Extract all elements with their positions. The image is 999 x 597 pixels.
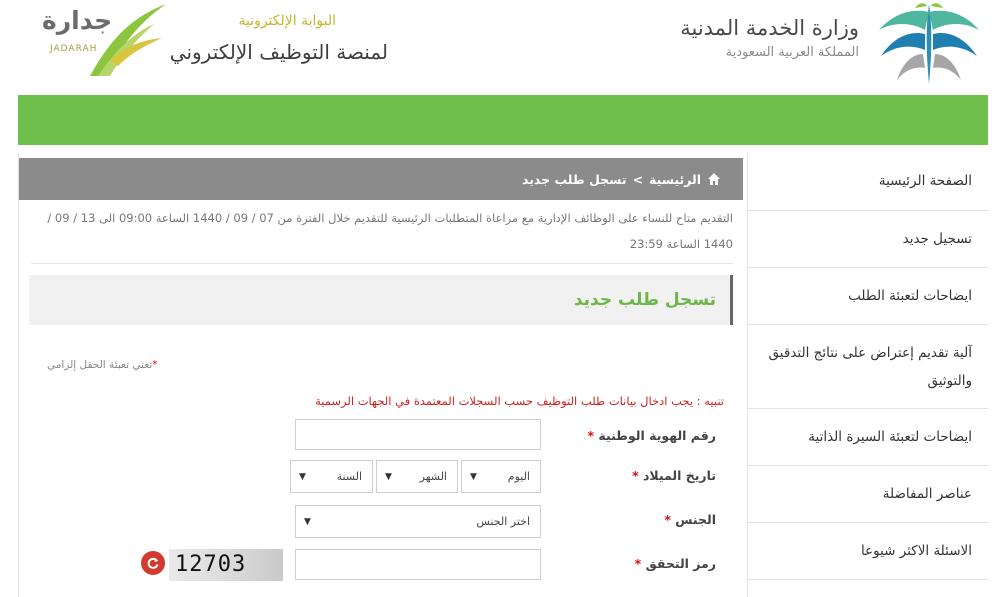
sidebar-item-label: تسجيل جديد	[902, 231, 972, 247]
form-warning: تنبيه : يجب ادخال بيانات طلب التوظيف حسب…	[315, 394, 724, 408]
breadcrumb-home-link[interactable]: الرئيسية	[649, 172, 701, 187]
logo-arabic-text: جدارة	[42, 6, 113, 35]
ministry-branding: وزارة الخدمة المدنية المملكة العربية الس…	[667, 0, 987, 95]
home-icon[interactable]	[707, 172, 721, 186]
sidebar-item-label: عناصر المفاضلة	[882, 486, 972, 502]
application-period-notice: التقديم متاح للنساء على الوظائف الإدارية…	[47, 211, 733, 251]
ministry-emblem-icon	[879, 3, 979, 84]
captcha-image: 12703	[169, 549, 283, 581]
breadcrumb: الرئيسية > تسجل طلب جديد	[19, 158, 743, 200]
birth-year-value: السنة	[336, 470, 362, 483]
required-field-hint: *تعني تعبئة الحقل إلزامي	[47, 359, 158, 371]
gender-value: اختر الجنس	[476, 515, 530, 528]
birth-date-label-text: تاريخ الميلاد	[642, 468, 716, 483]
chevron-down-icon: ▼	[304, 516, 311, 527]
national-id-label-text: رقم الهوية الوطنية	[598, 428, 716, 443]
birth-day-value: اليوم	[507, 470, 530, 483]
chevron-down-icon: ▼	[470, 471, 477, 482]
birth-month-select[interactable]: الشهر ▼	[376, 460, 458, 493]
captcha-label: رمز التحقق *	[635, 556, 716, 571]
ministry-title: وزارة الخدمة المدنية	[680, 16, 859, 40]
sidebar-item-label: ايضاحات لتعبئة الطلب	[848, 288, 972, 304]
breadcrumb-current: تسجل طلب جديد	[522, 171, 627, 187]
sidebar-item-preference-criteria[interactable]: عناصر المفاضلة	[748, 466, 988, 523]
sidebar-item-objection-mechanism[interactable]: آلية تقديم إعتراض على نتائج التدقيق والت…	[748, 325, 988, 409]
required-star: *	[664, 512, 671, 527]
required-star: *	[587, 428, 595, 443]
form-title: تسجل طلب جديد	[573, 290, 716, 310]
birth-year-select[interactable]: السنة ▼	[290, 460, 373, 493]
sidebar-item-label: الاسئلة الاكثر شيوعا	[860, 543, 972, 559]
main-content: الرئيسية > تسجل طلب جديد التقديم متاح لل…	[18, 153, 743, 597]
sidebar-item-label: آلية تقديم إعتراض على نتائج التدقيق والت…	[768, 345, 972, 389]
captcha-input[interactable]	[295, 549, 541, 580]
gender-select[interactable]: اختر الجنس ▼	[295, 505, 541, 538]
refresh-icon[interactable]	[141, 551, 165, 575]
birth-day-select[interactable]: اليوم ▼	[461, 460, 541, 493]
required-star: *	[634, 556, 642, 571]
sidebar-nav: الصفحة الرئيسية تسجيل جديد ايضاحات لتعبئ…	[747, 153, 988, 597]
page-header: وزارة الخدمة المدنية المملكة العربية الس…	[0, 0, 999, 95]
form-title-box: تسجل طلب جديد	[29, 275, 733, 325]
sidebar-item-label: الصفحة الرئيسية	[878, 173, 972, 189]
logo-english-text: JADARAH	[50, 44, 98, 54]
jadarah-branding: جدارة JADARAH البوابة الإلكترونية لمنصة …	[30, 0, 400, 95]
top-green-bar	[18, 95, 988, 145]
sidebar-item-faq[interactable]: الاسئلة الاكثر شيوعا	[748, 523, 988, 580]
divider	[31, 263, 733, 264]
refresh-arrows-icon	[147, 557, 159, 569]
birth-month-value: الشهر	[419, 470, 447, 483]
portal-subtitle: البوابة الإلكترونية	[238, 13, 336, 29]
captcha-widget: 12703	[141, 549, 303, 581]
national-id-label: رقم الهوية الوطنية *	[587, 428, 716, 443]
required-star: *	[632, 468, 639, 483]
gender-label: الجنس *	[664, 512, 716, 527]
sidebar-item-label: ايضاحات لتعبئة السيرة الذاتية	[808, 429, 972, 445]
sidebar-item-cv-guide[interactable]: ايضاحات لتعبئة السيرة الذاتية	[748, 409, 988, 466]
captcha-label-text: رمز التحقق	[645, 556, 716, 571]
sidebar-item-home[interactable]: الصفحة الرئيسية	[748, 153, 988, 211]
required-star: *	[152, 359, 158, 371]
chevron-down-icon: ▼	[299, 471, 306, 482]
gender-label-text: الجنس	[675, 512, 716, 527]
ministry-subtitle: المملكة العربية السعودية	[725, 45, 859, 60]
sidebar-item-application-guide[interactable]: ايضاحات لتعبئة الطلب	[748, 268, 988, 325]
required-hint-text: تعني تعبئة الحقل إلزامي	[47, 359, 153, 371]
portal-title: لمنصة التوظيف الإلكتروني	[169, 40, 388, 64]
sidebar-item-new-registration[interactable]: تسجيل جديد	[748, 211, 988, 268]
national-id-input[interactable]	[295, 419, 541, 450]
jadarah-logo[interactable]: جدارة JADARAH	[30, 0, 170, 80]
breadcrumb-separator: >	[632, 171, 644, 187]
birth-date-label: تاريخ الميلاد *	[632, 468, 716, 483]
chevron-down-icon: ▼	[385, 471, 392, 482]
